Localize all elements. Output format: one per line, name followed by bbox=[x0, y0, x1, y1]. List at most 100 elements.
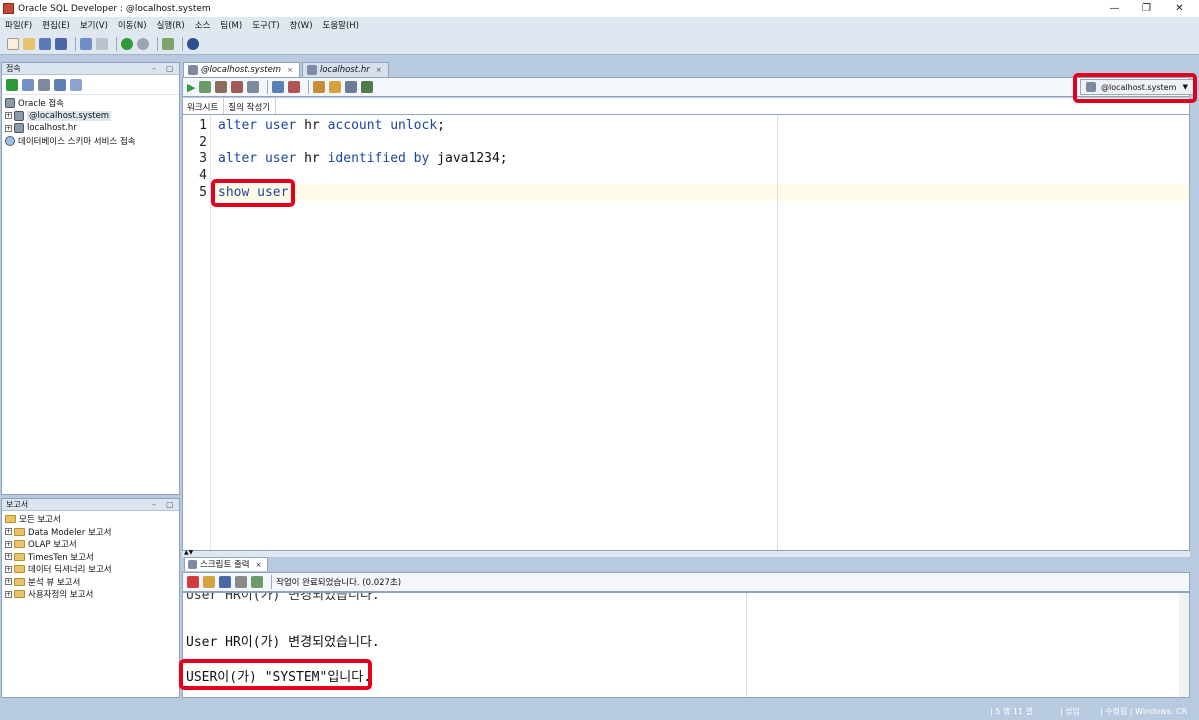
unshared-sql-icon[interactable] bbox=[313, 81, 326, 93]
menu-tools[interactable]: 도구(T) bbox=[252, 19, 279, 31]
code-line: alter user hr identified by java1234; bbox=[218, 151, 508, 166]
tab-query-builder[interactable]: 질의 작성기 bbox=[224, 98, 277, 114]
rollback-icon[interactable] bbox=[231, 81, 244, 93]
expand-icon[interactable]: + bbox=[5, 528, 12, 536]
forward-icon[interactable] bbox=[137, 37, 149, 50]
tab-localhost-hr[interactable]: localhost.hr × bbox=[301, 62, 389, 78]
save-all-icon[interactable] bbox=[55, 37, 67, 50]
format-icon[interactable] bbox=[361, 81, 374, 93]
expand-icon[interactable]: + bbox=[5, 112, 12, 120]
commit-icon[interactable] bbox=[215, 81, 228, 93]
collapse-icon[interactable] bbox=[70, 78, 82, 91]
sql-tuning-icon[interactable] bbox=[288, 81, 301, 93]
tree-connection-hr[interactable]: + localhost.hr bbox=[5, 122, 176, 135]
panel-minimize-icon[interactable]: – bbox=[152, 499, 156, 511]
collapse-arrows-icon[interactable]: ▲▼ bbox=[184, 549, 193, 556]
expand-icon[interactable]: + bbox=[5, 565, 12, 573]
add-connection-icon[interactable] bbox=[6, 78, 18, 91]
run-statement-icon[interactable]: ▶ bbox=[187, 81, 195, 94]
expand-icon[interactable]: + bbox=[5, 124, 12, 132]
panel-restore-icon[interactable]: ▢ bbox=[166, 63, 174, 75]
close-button[interactable]: ✕ bbox=[1163, 0, 1196, 17]
tab-script-output[interactable]: 스크립트 출력 × bbox=[184, 557, 268, 571]
status-bar: | 5 행 11 열 | 삽입 | 수정됨 | Windows: CR bbox=[0, 700, 1199, 720]
minimize-button[interactable]: — bbox=[1098, 0, 1131, 17]
tree-all-reports[interactable]: 모든 보고서 bbox=[5, 513, 176, 526]
tree-report-item[interactable]: + Data Modeler 보고서 bbox=[5, 526, 176, 539]
folder-icon bbox=[14, 565, 25, 574]
back-icon[interactable] bbox=[121, 37, 133, 50]
reports-icon bbox=[5, 515, 16, 524]
explain-plan-icon[interactable] bbox=[247, 81, 260, 93]
expand-icon[interactable]: + bbox=[5, 590, 12, 598]
menu-run[interactable]: 실행(R) bbox=[157, 19, 185, 31]
save-icon[interactable] bbox=[219, 576, 231, 588]
worksheet-subtabs: 워크시트 질의 작성기 bbox=[182, 98, 1190, 114]
menu-edit[interactable]: 편집(E) bbox=[42, 19, 70, 31]
editor-tabs: @localhost.system × localhost.hr × bbox=[183, 62, 391, 77]
script-output-icon bbox=[188, 560, 197, 569]
annotation-connection-highlight bbox=[1073, 73, 1197, 103]
close-tab-icon[interactable]: × bbox=[376, 63, 382, 78]
folder-icon bbox=[14, 527, 25, 536]
window-title: Oracle SQL Developer : @localhost.system bbox=[18, 3, 211, 14]
close-tab-icon[interactable]: × bbox=[287, 63, 293, 78]
panel-splitter[interactable]: ▲▼ bbox=[182, 549, 1190, 557]
vertical-scrollbar[interactable] bbox=[1179, 593, 1189, 697]
output-status: 작업이 완료되었습니다. (0.027초) bbox=[276, 578, 402, 588]
menu-view[interactable]: 보기(V) bbox=[80, 19, 108, 31]
expand-icon[interactable]: + bbox=[5, 578, 12, 586]
menu-file[interactable]: 파일(F) bbox=[5, 19, 32, 31]
output-toolbar: 작업이 완료되었습니다. (0.027초) bbox=[182, 572, 1190, 592]
tree-report-item[interactable]: + OLAP 보고서 bbox=[5, 538, 176, 551]
tree-connection-system[interactable]: + @localhost.system bbox=[5, 110, 176, 123]
schema-browser-icon[interactable] bbox=[54, 78, 66, 91]
binoculars-icon[interactable] bbox=[187, 37, 199, 50]
print-icon[interactable] bbox=[235, 576, 247, 588]
close-tab-icon[interactable]: × bbox=[256, 558, 262, 572]
new-icon[interactable] bbox=[7, 37, 19, 50]
redo-icon[interactable] bbox=[96, 37, 108, 50]
tab-worksheet[interactable]: 워크시트 bbox=[183, 98, 225, 114]
tree-schema-service[interactable]: 데이터베이스 스키마 서비스 접속 bbox=[5, 135, 176, 148]
refresh-icon[interactable] bbox=[22, 78, 34, 91]
maximize-button[interactable]: ❐ bbox=[1130, 0, 1163, 17]
tree-report-item[interactable]: + 데이터 딕셔너리 보고서 bbox=[5, 563, 176, 576]
edit-status: | 수정됨 | Windows: CR bbox=[1100, 707, 1188, 716]
menu-source[interactable]: 소스 bbox=[195, 19, 211, 31]
menu-navigate[interactable]: 이동(N) bbox=[118, 19, 147, 31]
tree-report-item[interactable]: + 사용자정의 보고서 bbox=[5, 588, 176, 601]
clear-icon[interactable] bbox=[329, 81, 342, 93]
expand-icon[interactable]: + bbox=[5, 540, 12, 548]
buffer-icon[interactable] bbox=[251, 576, 263, 588]
tree-oracle-connections[interactable]: Oracle 접속 bbox=[5, 97, 176, 110]
pin-icon[interactable] bbox=[187, 576, 199, 588]
app-icon bbox=[3, 3, 14, 14]
save-icon[interactable] bbox=[39, 37, 51, 50]
sql-worksheet-icon bbox=[306, 65, 317, 75]
output-line: User HR이(가) 변경되었습니다. bbox=[186, 635, 380, 650]
menu-team[interactable]: 팀(M) bbox=[220, 19, 242, 31]
right-margin-line bbox=[746, 593, 747, 697]
tab-localhost-system[interactable]: @localhost.system × bbox=[183, 62, 300, 77]
history-icon[interactable] bbox=[345, 81, 358, 93]
filter-icon[interactable] bbox=[38, 78, 50, 91]
run-script-icon[interactable] bbox=[199, 81, 212, 93]
autotrace-icon[interactable] bbox=[272, 81, 285, 93]
eraser-icon[interactable] bbox=[203, 576, 215, 588]
debug-icon[interactable] bbox=[162, 37, 174, 50]
menu-window[interactable]: 창(W) bbox=[290, 19, 313, 31]
tree-report-item[interactable]: + 분석 뷰 보고서 bbox=[5, 576, 176, 589]
connections-title: 접속 bbox=[6, 64, 21, 73]
menu-help[interactable]: 도움말(H) bbox=[323, 19, 359, 31]
undo-icon[interactable] bbox=[80, 37, 92, 50]
open-folder-icon[interactable] bbox=[23, 37, 35, 50]
sql-editor[interactable]: 1 2 3 4 5 alter user hr account unlock; … bbox=[182, 114, 1190, 551]
line-number: 3 bbox=[199, 151, 207, 166]
panel-restore-icon[interactable]: ▢ bbox=[166, 499, 174, 511]
expand-icon[interactable]: + bbox=[5, 553, 12, 561]
line-number: 2 bbox=[199, 135, 207, 150]
tree-report-item[interactable]: + TimesTen 보고서 bbox=[5, 551, 176, 564]
code-line: alter user hr account unlock; bbox=[218, 118, 445, 133]
panel-minimize-icon[interactable]: – bbox=[152, 63, 156, 75]
